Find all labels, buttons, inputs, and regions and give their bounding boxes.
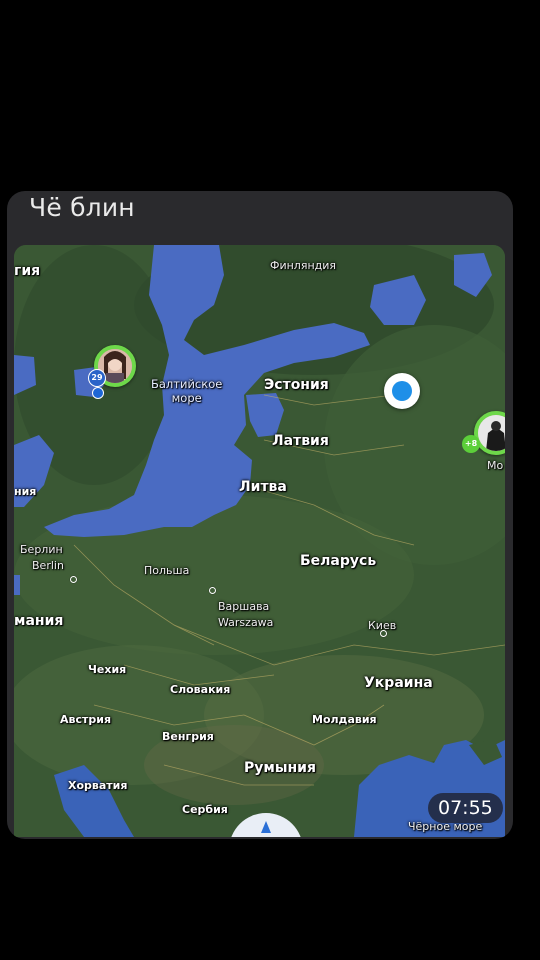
label-ukraine: Украина (364, 675, 433, 691)
kiev-dot (380, 630, 387, 637)
label-moscow-partial: Мо (487, 459, 504, 472)
label-moldova: Молдавия (312, 713, 377, 726)
label-croatia: Хорватия (68, 779, 128, 792)
label-czechia: Чехия (88, 663, 127, 676)
label-poland: Польша (144, 564, 190, 577)
label-warsaw-en: Warszawa (218, 616, 274, 629)
card-title: Чё блин (29, 193, 135, 222)
map-view[interactable]: гия Финляндия Балтийское море Эстония Лат… (14, 245, 505, 837)
berlin-dot (70, 576, 77, 583)
label-sweden-partial: гия (14, 263, 41, 279)
label-warsaw-ru: Варшава (218, 600, 270, 613)
label-serbia: Сербия (182, 803, 228, 816)
label-hungary: Венгрия (162, 730, 214, 743)
label-belarus: Беларусь (300, 553, 377, 569)
label-germany-partial: мания (14, 613, 64, 629)
warsaw-dot (209, 587, 216, 594)
label-slovakia: Словакия (170, 683, 231, 696)
friend-pin (92, 387, 104, 399)
friend-badge-2: +8 (462, 435, 480, 453)
label-berlin-ru: Берлин (20, 543, 63, 556)
friend-badge: 29 (88, 369, 106, 387)
label-austria: Австрия (60, 713, 112, 726)
label-romania: Румыния (244, 760, 316, 776)
label-lithuania: Литва (239, 479, 287, 495)
friends-map-card: Чё блин гия Финляндия Балтийское море Эс… (7, 191, 513, 839)
label-finland: Финляндия (270, 259, 337, 272)
map-terrain (14, 245, 505, 837)
label-berlin-en: Berlin (32, 559, 64, 572)
label-nia-partial: ния (14, 485, 37, 498)
my-location-marker[interactable] (384, 373, 420, 409)
label-latvia: Латвия (272, 433, 329, 449)
friend-photo-icon-2 (478, 415, 505, 451)
time-badge: 07:55 (428, 793, 503, 823)
label-estonia: Эстония (264, 377, 329, 393)
label-baltic-sea: Балтийское море (151, 377, 223, 405)
